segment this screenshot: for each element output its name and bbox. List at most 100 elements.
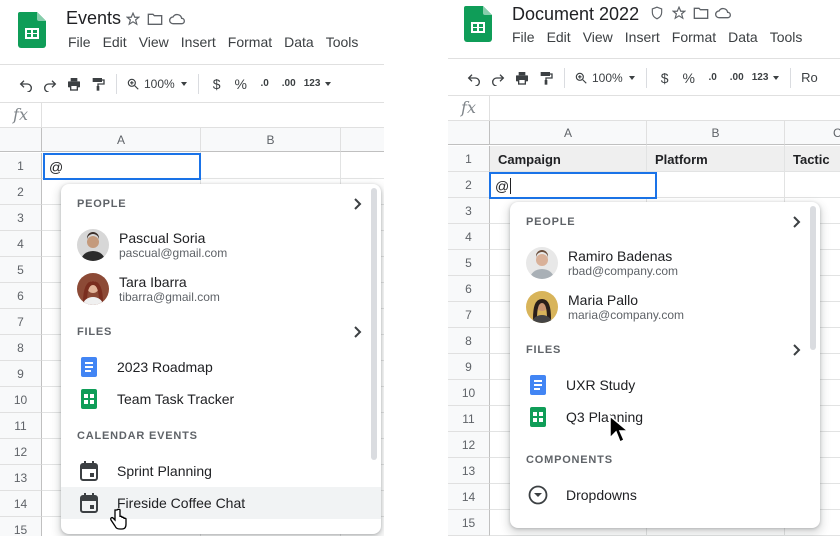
row-header[interactable]: 7 — [448, 302, 490, 328]
menu-edit[interactable]: Edit — [97, 34, 133, 50]
column-header-a[interactable]: A — [42, 128, 201, 152]
print-icon[interactable] — [510, 64, 534, 92]
select-all-corner[interactable] — [0, 128, 42, 152]
increase-decimal-button[interactable]: .00 — [277, 70, 301, 98]
decrease-decimal-button[interactable]: .0 — [701, 64, 725, 92]
menu-format[interactable]: Format — [222, 34, 278, 50]
chevron-right-icon[interactable] — [788, 214, 804, 230]
row-header[interactable]: 9 — [448, 354, 490, 380]
increase-decimal-button[interactable]: .00 — [725, 64, 749, 92]
more-formats-button[interactable]: 123 — [749, 64, 785, 92]
currency-button[interactable]: $ — [205, 70, 229, 98]
document-title[interactable]: Document 2022 — [512, 4, 639, 25]
people-section-header[interactable]: PEOPLE — [526, 214, 804, 230]
formula-bar[interactable]: fx — [448, 95, 840, 121]
row-header[interactable]: 7 — [0, 309, 42, 335]
move-folder-icon[interactable] — [692, 4, 710, 22]
row-header[interactable]: 6 — [448, 276, 490, 302]
cloud-status-icon[interactable] — [168, 10, 186, 28]
row-header[interactable]: 13 — [448, 458, 490, 484]
row-header[interactable]: 12 — [0, 439, 42, 465]
shield-icon[interactable] — [648, 4, 666, 22]
chevron-right-icon[interactable] — [349, 324, 365, 340]
redo-icon[interactable] — [486, 64, 510, 92]
row-header[interactable]: 6 — [0, 283, 42, 309]
menu-edit[interactable]: Edit — [541, 29, 577, 45]
row-header[interactable]: 15 — [0, 517, 42, 536]
menu-file[interactable]: File — [62, 34, 97, 50]
files-section-header[interactable]: FILES — [526, 342, 804, 358]
row-header[interactable]: 10 — [448, 380, 490, 406]
active-cell-a2[interactable]: @ — [489, 172, 657, 199]
document-title[interactable]: Events — [66, 8, 121, 29]
chevron-right-icon[interactable] — [349, 196, 365, 212]
row-header[interactable]: 2 — [0, 179, 42, 205]
column-header-c[interactable]: C — [785, 121, 840, 145]
row-header[interactable]: 2 — [448, 172, 490, 198]
percent-button[interactable]: % — [677, 64, 701, 92]
menu-insert[interactable]: Insert — [175, 34, 222, 50]
active-cell-a1[interactable]: @ — [43, 153, 201, 180]
file-item[interactable]: Q3 Planning — [510, 402, 808, 432]
row-header[interactable]: 3 — [448, 198, 490, 224]
sheets-logo-icon[interactable] — [464, 6, 492, 42]
menu-tools[interactable]: Tools — [764, 29, 809, 45]
column-header-a[interactable]: A — [490, 121, 647, 145]
scrollbar[interactable] — [371, 188, 377, 460]
row-header[interactable]: 9 — [0, 361, 42, 387]
menu-view[interactable]: View — [133, 34, 175, 50]
person-item[interactable]: Pascual Soria pascual@gmail.com — [61, 226, 369, 264]
menu-data[interactable]: Data — [278, 34, 320, 50]
file-item[interactable]: Team Task Tracker — [61, 384, 369, 414]
cell-b1[interactable]: Platform — [647, 146, 784, 172]
row-header[interactable]: 12 — [448, 432, 490, 458]
file-item[interactable]: 2023 Roadmap — [61, 352, 369, 382]
row-header[interactable]: 15 — [448, 510, 490, 536]
people-section-header[interactable]: PEOPLE — [77, 196, 365, 212]
file-item[interactable]: UXR Study — [510, 370, 808, 400]
row-header[interactable]: 11 — [448, 406, 490, 432]
row-header[interactable]: 3 — [0, 205, 42, 231]
star-icon[interactable] — [670, 4, 688, 22]
menu-insert[interactable]: Insert — [619, 29, 666, 45]
person-item[interactable]: Maria Pallo maria@company.com — [510, 288, 808, 326]
column-header-b[interactable]: B — [647, 121, 785, 145]
row-header[interactable]: 10 — [0, 387, 42, 413]
row-header[interactable]: 4 — [0, 231, 42, 257]
chevron-right-icon[interactable] — [788, 342, 804, 358]
row-header[interactable]: 4 — [448, 224, 490, 250]
sheets-logo-icon[interactable] — [18, 12, 46, 48]
cell-a1[interactable]: Campaign — [490, 146, 646, 172]
redo-icon[interactable] — [38, 70, 62, 98]
cell-c1[interactable]: Tactic — [785, 146, 840, 172]
undo-icon[interactable] — [462, 64, 486, 92]
menu-tools[interactable]: Tools — [320, 34, 365, 50]
menu-format[interactable]: Format — [666, 29, 722, 45]
row-header[interactable]: 1 — [0, 153, 42, 179]
menu-file[interactable]: File — [506, 29, 541, 45]
move-folder-icon[interactable] — [146, 10, 164, 28]
row-header[interactable]: 5 — [0, 257, 42, 283]
column-header-b[interactable]: B — [201, 128, 341, 152]
font-select[interactable]: Ro — [797, 64, 821, 92]
paint-format-icon[interactable] — [534, 64, 558, 92]
currency-button[interactable]: $ — [653, 64, 677, 92]
component-item[interactable]: Dropdowns — [510, 480, 808, 510]
event-item[interactable]: Sprint Planning — [61, 456, 369, 486]
menu-data[interactable]: Data — [722, 29, 764, 45]
row-header[interactable]: 8 — [448, 328, 490, 354]
row-header[interactable]: 8 — [0, 335, 42, 361]
person-item[interactable]: Tara Ibarra tibarra@gmail.com — [61, 270, 369, 308]
row-header[interactable]: 11 — [0, 413, 42, 439]
row-header[interactable]: 13 — [0, 465, 42, 491]
decrease-decimal-button[interactable]: .0 — [253, 70, 277, 98]
select-all-corner[interactable] — [448, 121, 490, 145]
undo-icon[interactable] — [14, 70, 38, 98]
percent-button[interactable]: % — [229, 70, 253, 98]
zoom-select[interactable]: 100% — [123, 70, 192, 98]
menu-view[interactable]: View — [577, 29, 619, 45]
print-icon[interactable] — [62, 70, 86, 98]
scrollbar[interactable] — [810, 206, 816, 350]
row-header[interactable]: 1 — [448, 146, 490, 172]
formula-bar[interactable]: fx — [0, 102, 384, 128]
